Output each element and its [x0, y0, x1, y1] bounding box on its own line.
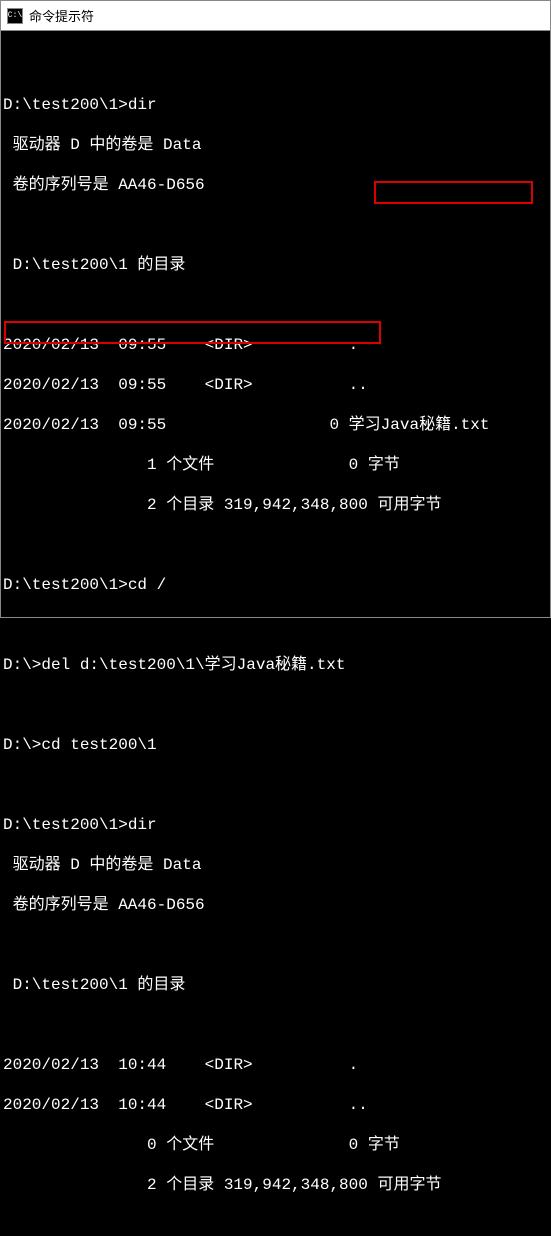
terminal-line: D:\>cd test200\1 [3, 735, 548, 755]
terminal-line: 卷的序列号是 AA46-D656 [3, 895, 548, 915]
terminal-line: D:\test200\1 的目录 [3, 255, 548, 275]
window-titlebar[interactable]: C:\ 命令提示符 [1, 1, 550, 31]
terminal-line: 卷的序列号是 AA46-D656 [3, 175, 548, 195]
window-title: 命令提示符 [29, 6, 94, 25]
terminal-line: 驱动器 D 中的卷是 Data [3, 135, 548, 155]
terminal-line: 2020/02/13 09:55 <DIR> . [3, 335, 548, 355]
terminal-line: 驱动器 D 中的卷是 Data [3, 855, 548, 875]
terminal-line [3, 615, 548, 635]
terminal-line: D:\>del d:\test200\1\学习Java秘籍.txt [3, 655, 548, 675]
terminal-line: 2 个目录 319,942,348,800 可用字节 [3, 1175, 548, 1195]
terminal-line: D:\test200\1>dir [3, 95, 548, 115]
terminal-line [3, 535, 548, 555]
terminal-line [3, 935, 548, 955]
terminal-line [3, 775, 548, 795]
terminal-line: 2020/02/13 09:55 0 学习Java秘籍.txt [3, 415, 548, 435]
terminal-line: 2020/02/13 09:55 <DIR> .. [3, 375, 548, 395]
cmd-icon: C:\ [7, 8, 23, 24]
terminal-line [3, 695, 548, 715]
terminal-line: D:\test200\1>cd / [3, 575, 548, 595]
terminal-line [3, 295, 548, 315]
terminal-line: D:\test200\1 的目录 [3, 975, 548, 995]
terminal-line: 2020/02/13 10:44 <DIR> .. [3, 1095, 548, 1115]
terminal-line [3, 55, 548, 75]
terminal-line [3, 1015, 548, 1035]
terminal-line [3, 215, 548, 235]
terminal-line: 1 个文件 0 字节 [3, 455, 548, 475]
terminal-output[interactable]: D:\test200\1>dir 驱动器 D 中的卷是 Data 卷的序列号是 … [1, 31, 550, 617]
terminal-line: D:\test200\1>dir [3, 815, 548, 835]
terminal-line: 2020/02/13 10:44 <DIR> . [3, 1055, 548, 1075]
terminal-line: 0 个文件 0 字节 [3, 1135, 548, 1155]
terminal-line: 2 个目录 319,942,348,800 可用字节 [3, 495, 548, 515]
